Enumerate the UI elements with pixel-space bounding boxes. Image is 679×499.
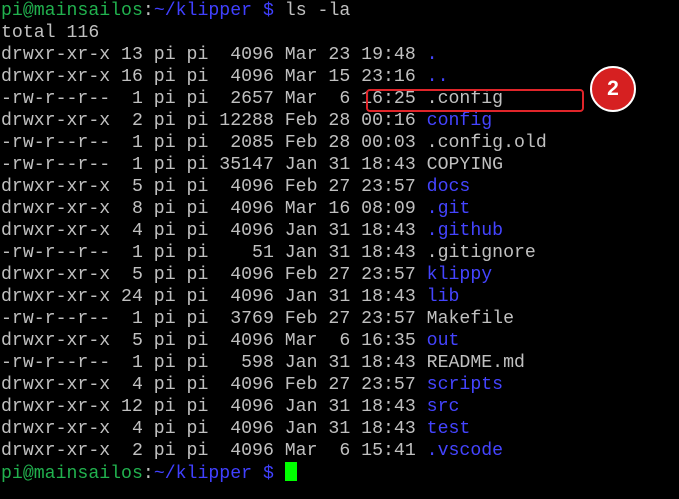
file-name: README.md [426, 353, 525, 373]
entry-meta: drwxr-xr-x 2 pi pi 12288 Feb 28 00:16 [1, 111, 427, 131]
listing-row: -rw-r--r-- 1 pi pi 598 Jan 31 18:43 READ… [1, 352, 525, 374]
listing-row: drwxr-xr-x 13 pi pi 4096 Mar 23 19:48 . [1, 44, 438, 66]
listing-row: drwxr-xr-x 4 pi pi 4096 Feb 27 23:57 scr… [1, 374, 503, 396]
annotation-step-badge: 2 [590, 66, 636, 112]
entry-meta: drwxr-xr-x 4 pi pi 4096 Feb 27 23:57 [1, 375, 427, 395]
listing-row: drwxr-xr-x 2 pi pi 12288 Feb 28 00:16 co… [1, 110, 492, 132]
listing-row: drwxr-xr-x 12 pi pi 4096 Jan 31 18:43 sr… [1, 396, 459, 418]
listing-row: -rw-r--r-- 1 pi pi 35147 Jan 31 18:43 CO… [1, 154, 503, 176]
entry-meta: -rw-r--r-- 1 pi pi 598 Jan 31 18:43 [1, 353, 427, 373]
entry-meta: -rw-r--r-- 1 pi pi 51 Jan 31 18:43 [1, 243, 427, 263]
file-name: COPYING [426, 155, 504, 175]
entry-meta: drwxr-xr-x 5 pi pi 4096 Feb 27 23:57 [1, 265, 427, 285]
entry-meta: drwxr-xr-x 4 pi pi 4096 Jan 31 18:43 [1, 221, 427, 241]
entry-meta: -rw-r--r-- 1 pi pi 2657 Mar 6 16:25 [1, 89, 427, 109]
entry-meta: drwxr-xr-x 2 pi pi 4096 Mar 6 15:41 [1, 441, 427, 461]
prompt-separator: : [142, 1, 154, 21]
entry-meta: -rw-r--r-- 1 pi pi 2085 Feb 28 00:03 [1, 133, 427, 153]
command-prompt-line: pi@mainsailos:~/klipper $ ls -la [1, 0, 350, 22]
listing-row: -rw-r--r-- 1 pi pi 3769 Feb 27 23:57 Mak… [1, 308, 514, 330]
listing-row: drwxr-xr-x 2 pi pi 4096 Mar 6 15:41 .vsc… [1, 440, 503, 462]
entry-meta: drwxr-xr-x 24 pi pi 4096 Jan 31 18:43 [1, 287, 427, 307]
directory-name: config [426, 111, 493, 131]
directory-name: out [426, 331, 460, 351]
listing-row: drwxr-xr-x 4 pi pi 4096 Jan 31 18:43 .gi… [1, 220, 503, 242]
entry-meta: -rw-r--r-- 1 pi pi 35147 Jan 31 18:43 [1, 155, 427, 175]
listing-row: -rw-r--r-- 1 pi pi 2085 Feb 28 00:03 .co… [1, 132, 547, 154]
file-name: .config.old [426, 133, 547, 153]
prompt-user-host: pi@mainsailos [1, 1, 143, 21]
directory-name: .git [426, 199, 471, 219]
listing-row: drwxr-xr-x 5 pi pi 4096 Mar 6 16:35 out [1, 330, 459, 352]
entry-meta: drwxr-xr-x 12 pi pi 4096 Jan 31 18:43 [1, 397, 427, 417]
directory-name: .github [426, 221, 504, 241]
file-name: .gitignore [426, 243, 536, 263]
directory-name: test [426, 419, 471, 439]
listing-row: -rw-r--r-- 1 pi pi 51 Jan 31 18:43 .giti… [1, 242, 536, 264]
directory-name: .vscode [426, 441, 504, 461]
entry-meta: drwxr-xr-x 5 pi pi 4096 Mar 6 16:35 [1, 331, 427, 351]
entry-meta: drwxr-xr-x 13 pi pi 4096 Mar 23 19:48 [1, 45, 427, 65]
entry-meta: -rw-r--r-- 1 pi pi 3769 Feb 27 23:57 [1, 309, 427, 329]
listing-row: drwxr-xr-x 8 pi pi 4096 Mar 16 08:09 .gi… [1, 198, 470, 220]
directory-name: .. [426, 67, 449, 87]
entry-meta: drwxr-xr-x 16 pi pi 4096 Mar 15 23:16 [1, 67, 427, 87]
directory-name: klippy [426, 265, 493, 285]
directory-name: docs [426, 177, 471, 197]
active-prompt-line[interactable]: pi@mainsailos:~/klipper $ [1, 462, 297, 484]
directory-name: scripts [426, 375, 504, 395]
file-name: Makefile [426, 309, 514, 329]
directory-name: . [426, 45, 438, 65]
listing-row: drwxr-xr-x 5 pi pi 4096 Feb 27 23:57 doc… [1, 176, 470, 198]
prompt-path: ~/klipper $ [153, 1, 274, 21]
terminal-window[interactable]: pi@mainsailos:~/klipper $ ls -la total 1… [0, 0, 679, 499]
listing-row: drwxr-xr-x 24 pi pi 4096 Jan 31 18:43 li… [1, 286, 459, 308]
listing-row: drwxr-xr-x 4 pi pi 4096 Jan 31 18:43 tes… [1, 418, 470, 440]
prompt-path: ~/klipper $ [153, 464, 274, 484]
listing-row: drwxr-xr-x 5 pi pi 4096 Feb 27 23:57 kli… [1, 264, 492, 286]
entry-meta: drwxr-xr-x 8 pi pi 4096 Mar 16 08:09 [1, 199, 427, 219]
total-line: total 116 [1, 23, 100, 43]
entry-meta: drwxr-xr-x 4 pi pi 4096 Jan 31 18:43 [1, 419, 427, 439]
listing-row: drwxr-xr-x 16 pi pi 4096 Mar 15 23:16 .. [1, 66, 449, 88]
entry-meta: drwxr-xr-x 5 pi pi 4096 Feb 27 23:57 [1, 177, 427, 197]
command-text: ls -la [273, 1, 351, 21]
terminal-cursor[interactable] [284, 462, 297, 481]
prompt-separator: : [142, 464, 154, 484]
directory-name: src [426, 397, 460, 417]
prompt-user-host: pi@mainsailos [1, 464, 143, 484]
directory-name: lib [426, 287, 460, 307]
annotation-highlight-box [366, 89, 584, 112]
